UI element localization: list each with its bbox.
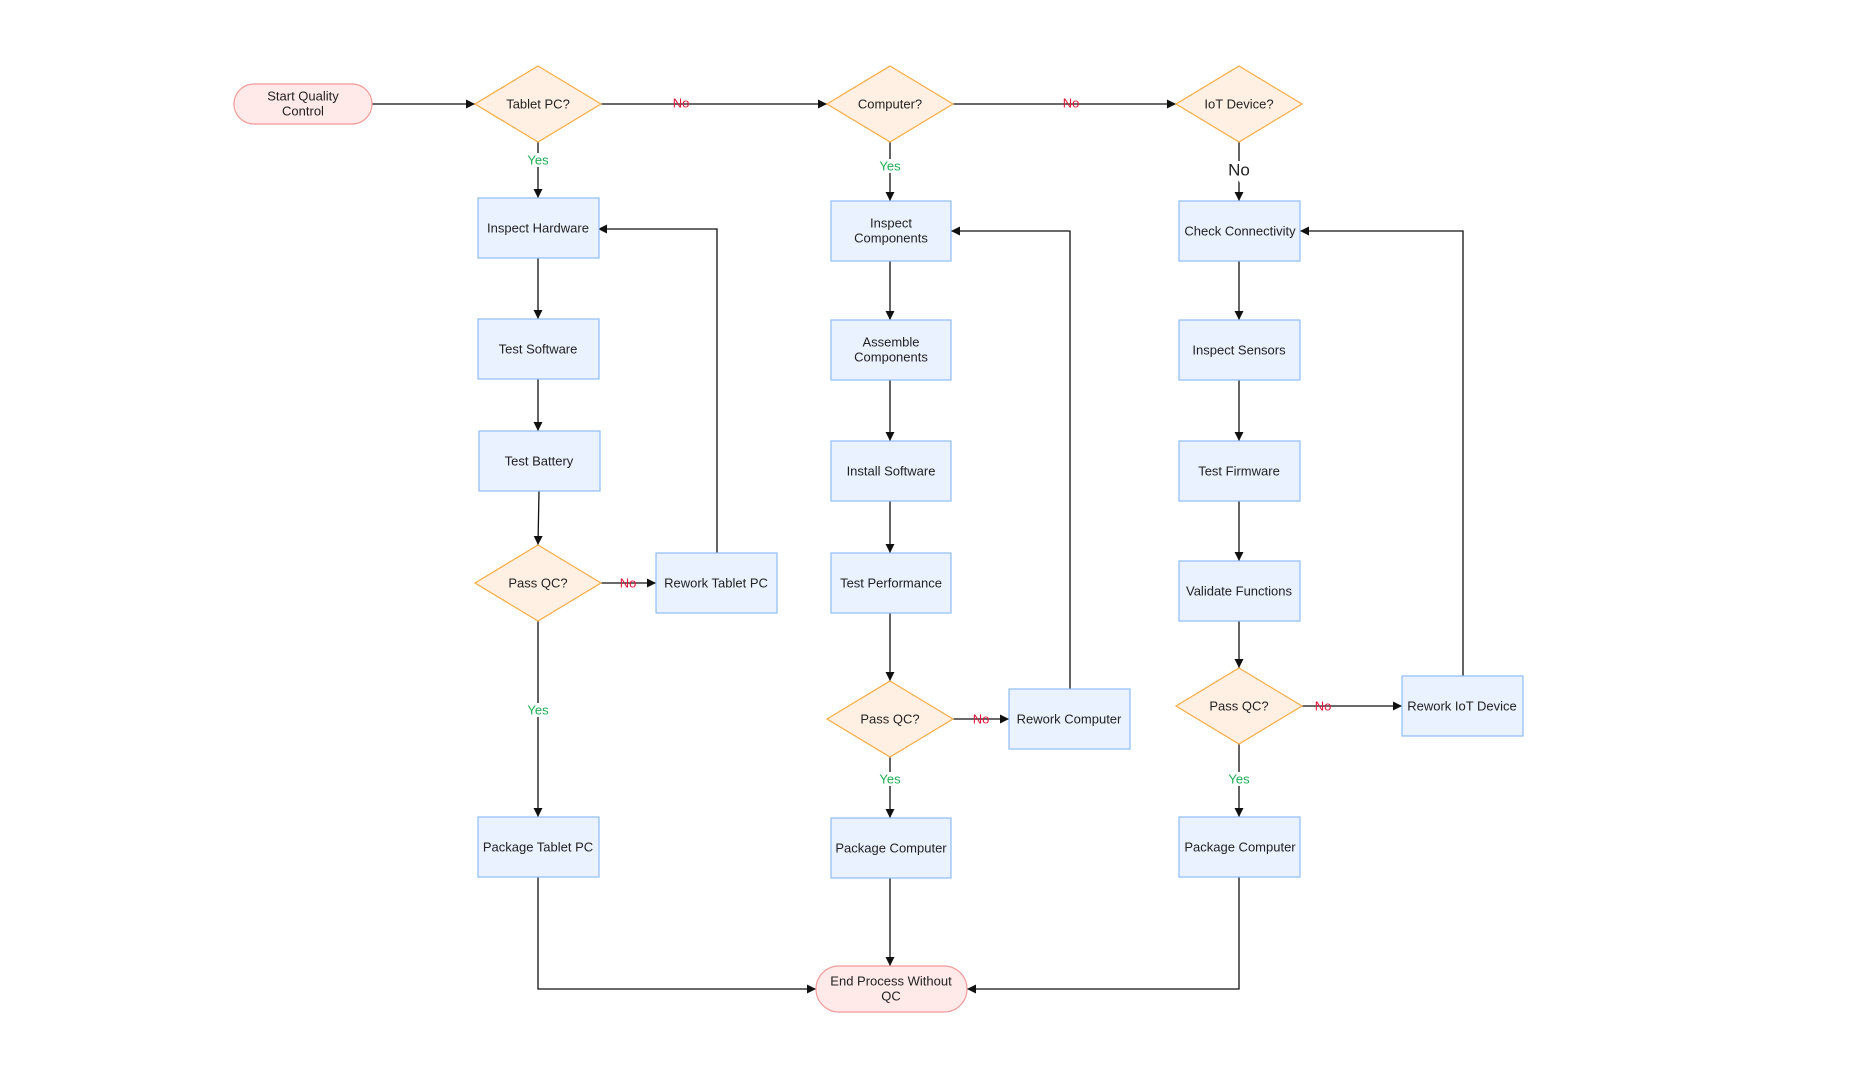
- node-label: Package Computer: [835, 840, 947, 855]
- decision-tablet[interactable]: Tablet PC?: [473, 65, 603, 143]
- process-assemble-components[interactable]: Assemble Components: [830, 319, 952, 381]
- node-label: IoT Device?: [1204, 96, 1273, 111]
- node-label: Package Tablet PC: [483, 839, 593, 854]
- node-label: Start Quality: [267, 88, 339, 103]
- process-package-iot[interactable]: Package Computer: [1178, 816, 1301, 878]
- edge-battery-pass: [533, 490, 543, 546]
- decision-iot[interactable]: IoT Device?: [1174, 65, 1304, 143]
- node-label: Components: [854, 349, 928, 364]
- node-label: Rework Tablet PC: [664, 575, 768, 590]
- process-rework-tablet[interactable]: Rework Tablet PC: [655, 552, 778, 614]
- node-label: Pass QC?: [508, 575, 567, 590]
- node-label: Tablet PC?: [506, 96, 570, 111]
- edge-rework-inspect: [598, 224, 718, 553]
- node-label: Inspect Sensors: [1192, 342, 1286, 357]
- label-computer-yes: Yes: [879, 158, 901, 173]
- decision-iot-pass[interactable]: Pass QC?: [1174, 667, 1304, 745]
- process-inspect-sensors[interactable]: Inspect Sensors: [1178, 319, 1301, 381]
- node-label: Rework Computer: [1017, 711, 1122, 726]
- decision-tablet-pass[interactable]: Pass QC?: [473, 544, 603, 622]
- label-computerpass-no: No: [973, 711, 990, 726]
- label-tablet-yes: Yes: [527, 152, 549, 167]
- process-rework-iot[interactable]: Rework IoT Device: [1401, 675, 1524, 737]
- label-tabletpass-no: No: [620, 575, 637, 590]
- node-label: Pass QC?: [1209, 698, 1268, 713]
- process-test-performance[interactable]: Test Performance: [830, 552, 952, 614]
- process-package-tablet[interactable]: Package Tablet PC: [477, 816, 600, 878]
- process-check-connectivity[interactable]: Check Connectivity: [1178, 200, 1301, 262]
- node-label: Inspect: [870, 215, 912, 230]
- label-computer-no: No: [1063, 95, 1080, 110]
- process-validate-functions[interactable]: Validate Functions: [1178, 560, 1301, 622]
- node-label: QC: [881, 988, 901, 1003]
- label-tablet-no: No: [673, 95, 690, 110]
- node-label: Rework IoT Device: [1407, 698, 1517, 713]
- node-label: Install Software: [847, 463, 936, 478]
- node-label: Package Computer: [1184, 839, 1296, 854]
- edge-reworkiot-connectivity: [1300, 226, 1464, 676]
- process-inspect-components[interactable]: Inspect Components: [830, 200, 952, 262]
- node-label: Test Battery: [505, 453, 574, 468]
- label-iotpass-yes: Yes: [1228, 771, 1250, 786]
- node-label: End Process Without: [830, 973, 952, 988]
- label-iot-no: No: [1228, 160, 1250, 179]
- node-start[interactable]: Start Quality Control: [233, 83, 373, 125]
- process-inspect-hardware[interactable]: Inspect Hardware: [477, 197, 600, 259]
- node-label: Test Software: [499, 341, 578, 356]
- node-label: Control: [282, 103, 324, 118]
- node-label: Test Performance: [840, 575, 942, 590]
- label-computerpass-yes: Yes: [879, 771, 901, 786]
- node-label: Inspect Hardware: [487, 220, 589, 235]
- node-label: Computer?: [858, 96, 922, 111]
- flowchart: No No Yes Yes No No Yes No Yes No Yes St…: [233, 65, 1524, 1013]
- node-label: Assemble: [862, 334, 919, 349]
- edge-packageiot-end: [967, 877, 1240, 994]
- decision-computer[interactable]: Computer?: [825, 65, 955, 143]
- edge-reworkcomp-inspect: [951, 226, 1071, 689]
- process-rework-computer[interactable]: Rework Computer: [1008, 688, 1131, 750]
- node-label: Components: [854, 230, 928, 245]
- node-end[interactable]: End Process Without QC: [815, 965, 968, 1013]
- label-iotpass-no: No: [1315, 698, 1332, 713]
- process-install-software[interactable]: Install Software: [830, 440, 952, 502]
- process-test-software[interactable]: Test Software: [477, 318, 600, 380]
- process-test-firmware[interactable]: Test Firmware: [1178, 440, 1301, 502]
- edge-packagetablet-end: [537, 877, 816, 994]
- process-test-battery[interactable]: Test Battery: [478, 430, 601, 492]
- label-tabletpass-yes: Yes: [527, 702, 549, 717]
- node-label: Test Firmware: [1198, 463, 1280, 478]
- process-package-computer[interactable]: Package Computer: [830, 817, 952, 879]
- node-label: Validate Functions: [1186, 583, 1292, 598]
- node-label: Check Connectivity: [1184, 223, 1296, 238]
- decision-computer-pass[interactable]: Pass QC?: [825, 680, 955, 758]
- node-label: Pass QC?: [860, 711, 919, 726]
